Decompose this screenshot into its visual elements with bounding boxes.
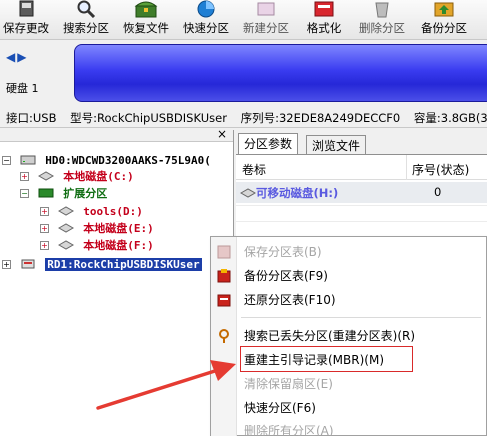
backup-partition-button[interactable]: 备份分区	[414, 0, 474, 40]
tree-node-label: 扩展分区	[63, 187, 108, 200]
expand-icon[interactable]: +	[40, 207, 49, 216]
hard-disk-icon	[20, 155, 36, 165]
column-header-volume[interactable]: 卷标	[242, 161, 266, 178]
expand-icon[interactable]: +	[20, 172, 29, 181]
tree-node-drive-e[interactable]: + 本地磁盘(E:)	[40, 220, 154, 237]
format-button[interactable]: 格式化	[296, 0, 352, 40]
menu-item-search-lost-partitions[interactable]: 搜索已丢失分区(重建分区表)(R)	[244, 327, 415, 345]
tree-node-label: 本地磁盘(F:)	[83, 239, 154, 252]
restore-files-label: 恢复文件	[123, 21, 169, 35]
delete-partition-label: 删除分区	[359, 21, 405, 35]
tree-panel-header: ×	[0, 127, 233, 142]
table-row[interactable]: 可移动磁盘(H:) 0	[236, 182, 487, 203]
partition-icon	[57, 223, 74, 233]
column-divider	[406, 155, 407, 180]
row-divider	[236, 221, 487, 222]
partition-icon	[57, 240, 74, 250]
partition-icon	[57, 206, 74, 216]
disk-interface: 接口:USB	[6, 111, 57, 125]
tree-node-label: RD1:RockChipUSBDISKUser	[45, 258, 202, 271]
partition-icon	[37, 171, 54, 181]
search-lost-icon	[219, 329, 229, 343]
new-partition-label: 新建分区	[243, 21, 289, 35]
toolbar: 保存更改 搜索分区 恢复文件 快速分区 新建分区 格式化 删除分区 备份分区	[0, 0, 487, 40]
trash-icon	[375, 2, 389, 18]
search-partition-label: 搜索分区	[63, 21, 109, 35]
tree-node-extended[interactable]: − 扩展分区	[20, 185, 107, 202]
expand-icon[interactable]: +	[40, 241, 49, 250]
tree-node-label: tools(D:)	[83, 205, 143, 218]
table-header: 卷标 序号(状态)	[236, 155, 487, 180]
delete-partition-button[interactable]: 删除分区	[352, 0, 412, 40]
expand-icon[interactable]: +	[2, 260, 11, 269]
menu-item-clear-reserved-sectors[interactable]: 清除保留扇区(E)	[244, 375, 333, 393]
menu-item-delete-all-partitions[interactable]: 删除所有分区(A)	[244, 422, 334, 436]
quick-partition-icon	[197, 0, 215, 18]
tree-node-drive-f[interactable]: + 本地磁盘(F:)	[40, 237, 154, 254]
disk-info-bar: 接口:USB 型号:RockChipUSBDISKUser 序列号:32EDE8…	[0, 106, 487, 128]
tree-node-label: 本地磁盘(C:)	[63, 170, 134, 183]
usb-disk-icon	[21, 259, 35, 269]
disk-tree-panel: × − HD0:WDCWD3200AAKS-75L9A0( + 本地磁盘(C:)…	[0, 127, 234, 436]
tree-node-label: 本地磁盘(E:)	[83, 222, 154, 235]
tab-browse-files[interactable]: 浏览文件	[306, 135, 367, 154]
backup-partition-icon	[434, 2, 454, 17]
partition-index: 0	[434, 185, 442, 199]
context-menu: 保存分区表(B) 备份分区表(F9) 还原分区表(F10) 搜索已丢失分区(重建…	[210, 236, 487, 436]
collapse-icon[interactable]: −	[20, 189, 29, 198]
backup-table-icon	[217, 269, 231, 283]
disk-label: 硬盘 1	[6, 82, 39, 95]
tree-node-hd0[interactable]: − HD0:WDCWD3200AAKS-75L9A0(	[2, 152, 211, 169]
volume-name: 可移动磁盘(H:)	[256, 186, 339, 200]
menu-item-restore-partition-table[interactable]: 还原分区表(F10)	[244, 291, 336, 309]
new-partition-icon	[257, 2, 275, 16]
magnifier-icon	[77, 0, 96, 18]
column-header-index[interactable]: 序号(状态)	[412, 161, 469, 178]
disk-partition-bar[interactable]	[74, 44, 487, 102]
format-label: 格式化	[306, 21, 342, 35]
tree-node-drive-c[interactable]: + 本地磁盘(C:)	[20, 168, 134, 185]
restore-files-button[interactable]: 恢复文件	[116, 0, 176, 40]
tree-node-label: HD0:WDCWD3200AAKS-75L9A0(	[45, 154, 211, 167]
restore-table-icon	[217, 294, 231, 307]
new-partition-button[interactable]: 新建分区	[236, 0, 296, 40]
removable-disk-icon	[240, 188, 256, 198]
expand-icon[interactable]: +	[40, 224, 49, 233]
close-icon[interactable]: ×	[217, 127, 227, 141]
backup-partition-label: 备份分区	[421, 21, 467, 35]
save-table-icon	[217, 245, 231, 259]
disk-nav-arrows[interactable]: ◀▶	[6, 50, 28, 64]
annotation-highlight-box	[240, 346, 413, 372]
disk-capacity: 容量:3.8GB(38	[413, 111, 487, 125]
tree-node-drive-d[interactable]: + tools(D:)	[40, 203, 143, 220]
extended-partition-icon	[38, 188, 54, 198]
save-changes-button[interactable]: 保存更改	[0, 0, 54, 40]
restore-chest-icon	[134, 1, 158, 18]
format-icon	[314, 1, 334, 17]
disk-model: 型号:RockChipUSBDISKUser	[70, 111, 227, 125]
search-partition-button[interactable]: 搜索分区	[56, 0, 116, 40]
tree-node-rd1[interactable]: + RD1:RockChipUSBDISKUser	[2, 256, 202, 273]
row-divider	[236, 205, 487, 206]
tab-partition-params[interactable]: 分区参数	[238, 133, 299, 154]
menu-item-backup-partition-table[interactable]: 备份分区表(F9)	[244, 267, 328, 285]
menu-item-save-partition-table[interactable]: 保存分区表(B)	[244, 243, 322, 261]
menu-separator	[241, 317, 481, 318]
collapse-icon[interactable]: −	[2, 156, 11, 165]
save-changes-label: 保存更改	[3, 21, 49, 35]
save-icon	[19, 0, 34, 17]
quick-partition-button[interactable]: 快速分区	[176, 0, 236, 40]
disk-serial: 序列号:32EDE8A249DECCF0	[240, 111, 401, 125]
menu-item-quick-partition[interactable]: 快速分区(F6)	[244, 399, 316, 417]
quick-partition-label: 快速分区	[183, 21, 229, 35]
